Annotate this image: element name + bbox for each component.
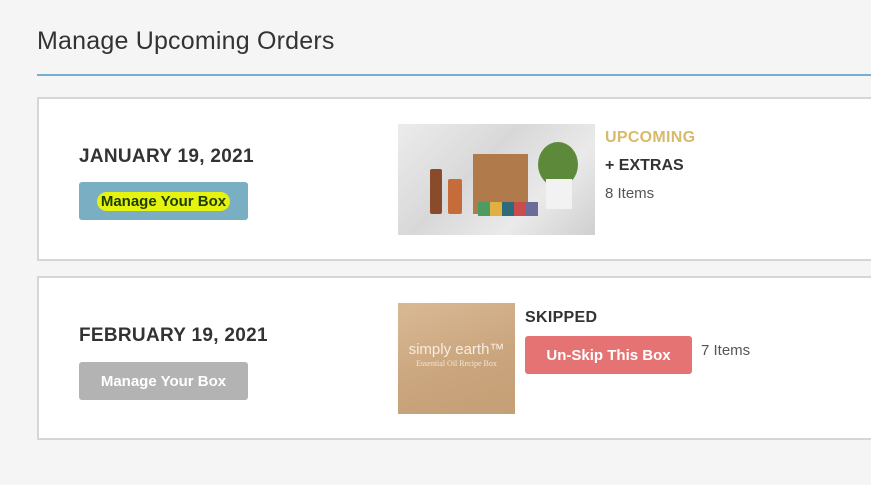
order-card-january: JANUARY 19, 2021 Manage Your Box UPCOMIN… [37, 97, 871, 261]
page-title: Manage Upcoming Orders [37, 27, 335, 55]
order-date: JANUARY 19, 2021 [79, 146, 254, 167]
manage-your-box-button[interactable]: Manage Your Box [79, 362, 248, 400]
order-date: FEBRUARY 19, 2021 [79, 325, 268, 346]
item-count: 7 Items [701, 342, 751, 359]
unskip-box-button[interactable]: Un-Skip This Box [525, 336, 692, 374]
brand-logo: simply earth™ [408, 341, 505, 358]
extras-label: + EXTRAS [605, 157, 684, 174]
box-product-image [398, 124, 595, 235]
order-card-february: FEBRUARY 19, 2021 Manage Your Box simply… [37, 276, 871, 440]
brand-subtitle: Essential Oil Recipe Box [416, 359, 497, 368]
manage-your-box-button[interactable]: Manage Your Box [79, 182, 248, 220]
item-count: 8 Items [605, 185, 655, 202]
title-divider [37, 74, 871, 76]
status-badge: SKIPPED [525, 309, 598, 326]
status-badge: UPCOMING [605, 129, 696, 146]
manage-button-label: Manage Your Box [96, 191, 231, 211]
box-product-image: simply earth™ Essential Oil Recipe Box [398, 303, 515, 414]
